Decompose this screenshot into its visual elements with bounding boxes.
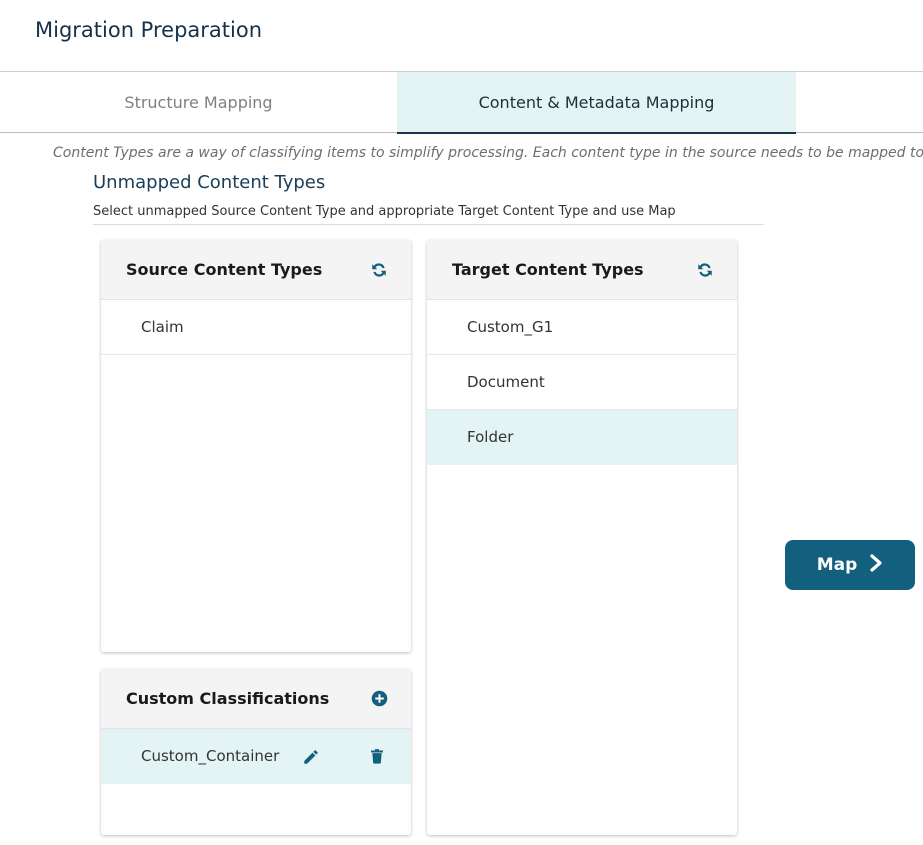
list-item[interactable]: Custom_G1	[427, 300, 737, 355]
list-item-label: Custom_G1	[467, 318, 554, 336]
section-subtitle: Select unmapped Source Content Type and …	[93, 204, 764, 225]
list-item[interactable]: Claim	[101, 300, 411, 355]
panel-title: Custom Classifications	[126, 689, 330, 708]
custom-classifications-panel: Custom Classifications Custom_Container	[101, 669, 411, 835]
list-item-selected[interactable]: Folder	[427, 410, 737, 465]
add-circle-icon[interactable]	[369, 689, 389, 709]
panel-title: Target Content Types	[452, 260, 644, 279]
refresh-icon[interactable]	[369, 260, 389, 280]
panel-header: Target Content Types	[427, 240, 737, 300]
list-item-label: Folder	[467, 428, 514, 446]
map-button-label: Map	[816, 555, 858, 575]
list-item-label: Document	[467, 373, 545, 391]
row-actions	[301, 729, 387, 784]
map-button[interactable]: Map	[785, 540, 915, 590]
list-item-label: Claim	[141, 318, 184, 336]
list-item-label: Custom_Container	[141, 747, 280, 765]
tab-bar: Structure Mapping Content & Metadata Map…	[0, 71, 923, 134]
intro-text: Content Types are a way of classifying i…	[53, 145, 923, 161]
edit-icon[interactable]	[301, 747, 321, 767]
panel-header: Custom Classifications	[101, 669, 411, 729]
section-title: Unmapped Content Types	[93, 172, 326, 193]
source-content-types-panel: Source Content Types Claim	[101, 240, 411, 652]
tab-structure-mapping[interactable]: Structure Mapping	[0, 72, 397, 133]
target-content-types-panel: Target Content Types Custom_G1 Document …	[427, 240, 737, 835]
page-title: Migration Preparation	[35, 18, 263, 42]
panel-title: Source Content Types	[126, 260, 323, 279]
refresh-icon[interactable]	[695, 260, 715, 280]
list-item[interactable]: Document	[427, 355, 737, 410]
tab-content-metadata-mapping[interactable]: Content & Metadata Mapping	[397, 72, 796, 134]
list-item-selected[interactable]: Custom_Container	[101, 729, 411, 784]
panel-header: Source Content Types	[101, 240, 411, 300]
chevron-right-icon	[869, 553, 883, 577]
delete-icon[interactable]	[367, 747, 387, 767]
